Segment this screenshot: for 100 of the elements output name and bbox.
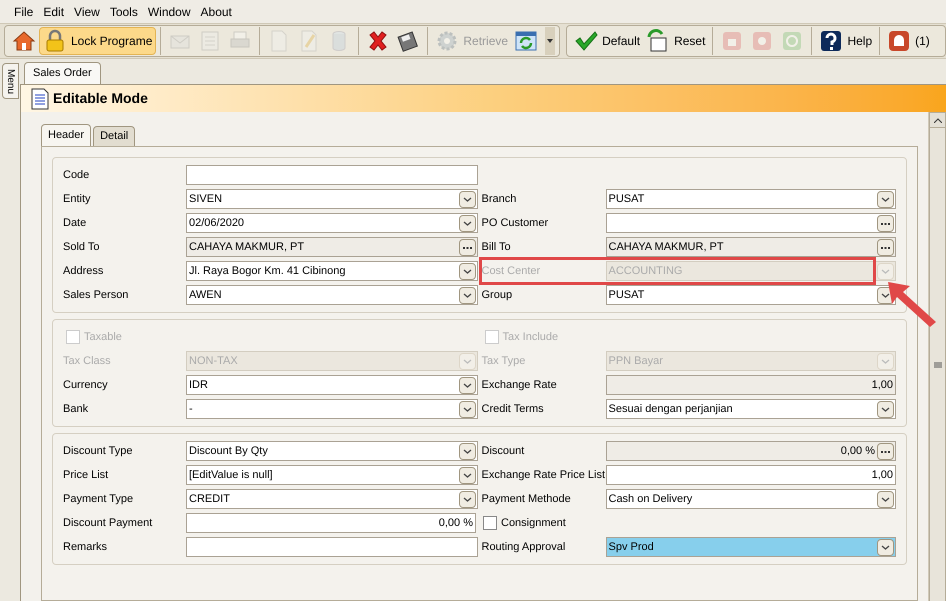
input-field[interactable]: 1,00 xyxy=(606,375,896,395)
field-value: SIVEN xyxy=(188,192,224,207)
field-value: 0,00 % xyxy=(438,516,474,531)
field-value: Spv Prod xyxy=(608,540,655,555)
arrow-icon xyxy=(886,280,938,328)
menu-item[interactable]: Window xyxy=(144,2,195,20)
chevron-down-icon xyxy=(462,446,472,456)
dropdown-button[interactable] xyxy=(458,262,476,280)
input-field[interactable]: 0,00 % xyxy=(606,441,896,461)
refresh-window-icon xyxy=(514,29,538,53)
dropdown-button[interactable] xyxy=(458,490,476,508)
dropdown-field[interactable]: PUSAT xyxy=(606,189,896,209)
field-value: 1,00 xyxy=(870,378,894,393)
checkbox-label: Tax Include xyxy=(502,330,558,345)
dropdown-field[interactable]: SIVEN xyxy=(186,189,478,209)
dropdown-field[interactable]: [EditValue is null] xyxy=(186,465,478,485)
gear-icon xyxy=(435,29,460,53)
chevron-down-icon xyxy=(881,194,890,204)
dropdown-button[interactable] xyxy=(877,490,894,508)
help-icon xyxy=(819,29,844,53)
menu-item[interactable]: Tools xyxy=(106,2,142,20)
dropdown-button[interactable] xyxy=(877,400,894,418)
dropdown-field[interactable]: IDR xyxy=(186,375,478,395)
menu-item[interactable]: Edit xyxy=(39,2,68,20)
toolbar-button[interactable]: Reset xyxy=(643,27,708,55)
dropdown-field[interactable]: AWEN xyxy=(186,285,478,305)
field-label: Discount xyxy=(482,444,526,459)
toolbar-button[interactable]: (1) xyxy=(884,27,933,55)
chevron-down-icon xyxy=(462,404,472,414)
field-value: PPN Bayar xyxy=(608,354,664,369)
dropdown-button[interactable] xyxy=(458,466,476,484)
input-field[interactable] xyxy=(186,537,478,557)
field-value: NON-TAX xyxy=(188,354,239,369)
input-field[interactable]: 1,00 xyxy=(606,465,896,485)
dropdown-button[interactable] xyxy=(458,376,476,394)
field-label: Bank xyxy=(63,402,90,417)
caret-icon xyxy=(547,39,554,43)
field-value: CAHAYA MAKMUR, PT xyxy=(608,240,725,255)
dropdown-button[interactable] xyxy=(877,538,894,556)
field-label: Branch xyxy=(482,192,518,207)
input-field[interactable] xyxy=(186,165,478,185)
field-label: Tax Class xyxy=(63,354,112,369)
dropdown-field[interactable]: Spv Prod xyxy=(606,537,896,557)
ellipsis-button[interactable] xyxy=(877,214,894,232)
field-value: IDR xyxy=(188,378,209,393)
input-field[interactable]: CAHAYA MAKMUR, PT xyxy=(606,237,896,257)
dropdown-button[interactable] xyxy=(545,27,556,55)
dropdown-field[interactable]: Cash on Delivery xyxy=(606,489,896,509)
field-value: Discount By Qty xyxy=(188,444,269,459)
toolbar-button[interactable]: Default xyxy=(571,27,644,55)
field-label: Exchange Rate xyxy=(482,378,558,393)
dropdown-button[interactable] xyxy=(877,190,894,208)
home-icon xyxy=(12,29,36,53)
field-label: Discount Type xyxy=(63,444,134,459)
ellipsis-button[interactable] xyxy=(458,238,476,256)
field-value: - xyxy=(188,402,194,417)
field-value: [EditValue is null] xyxy=(188,468,274,483)
dropdown-field[interactable]: Discount By Qty xyxy=(186,441,478,461)
dropdown-field[interactable]: - xyxy=(186,399,478,419)
field-label: Code xyxy=(63,168,90,183)
toolbar-button[interactable]: Help xyxy=(816,27,876,55)
dropdown-button[interactable] xyxy=(458,286,476,304)
field-label: Payment Methode xyxy=(482,492,572,507)
menu-item[interactable]: About xyxy=(196,2,236,20)
input-field[interactable]: CAHAYA MAKMUR, PT xyxy=(186,237,478,257)
ellipsis-button[interactable] xyxy=(877,442,894,460)
dropdown-button[interactable] xyxy=(458,190,476,208)
field-label: Entity xyxy=(63,192,92,207)
field-value: 1,00 xyxy=(870,468,894,483)
dropdown-button[interactable] xyxy=(458,442,476,460)
field-label: Bill To xyxy=(482,240,512,255)
dropdown-field[interactable]: Jl. Raya Bogor Km. 41 Cibinong xyxy=(186,261,478,281)
document-icon xyxy=(31,88,49,110)
menu-item[interactable]: View xyxy=(70,2,104,20)
dropdown-field[interactable]: Sesuai dengan perjanjian xyxy=(606,399,896,419)
dropdown-button[interactable] xyxy=(458,400,476,418)
chevron-down-icon xyxy=(881,266,890,276)
field-value: PUSAT xyxy=(608,192,646,207)
dropdown-field[interactable]: 02/06/2020 xyxy=(186,213,478,233)
checkbox-label: Taxable xyxy=(84,330,122,345)
dropdown-field[interactable]: CREDIT xyxy=(186,489,478,509)
field-label: Currency xyxy=(63,378,109,393)
menu-item[interactable]: File xyxy=(10,2,38,20)
scrollbar[interactable] xyxy=(928,112,946,601)
ellipsis-button[interactable] xyxy=(877,238,894,256)
toolbar-button[interactable]: Lock Programe xyxy=(39,27,156,55)
field-label: Routing Approval xyxy=(482,540,566,555)
chevron-down-icon xyxy=(462,218,472,228)
field-label: Tax Type xyxy=(482,354,526,369)
chevron-down-icon xyxy=(881,542,890,552)
checkbox[interactable] xyxy=(483,516,497,530)
input-field[interactable] xyxy=(606,213,896,233)
form-tab[interactable]: Detail xyxy=(93,126,136,146)
dropdown-field[interactable]: PUSAT xyxy=(606,285,896,305)
form-tab[interactable]: Header xyxy=(41,124,92,146)
input-field[interactable]: 0,00 % xyxy=(186,513,476,533)
grip-icon xyxy=(934,362,942,368)
dropdown-button[interactable] xyxy=(458,214,476,232)
side-tab[interactable]: Menu xyxy=(2,63,18,99)
document-tab[interactable]: Sales Order xyxy=(24,62,101,84)
